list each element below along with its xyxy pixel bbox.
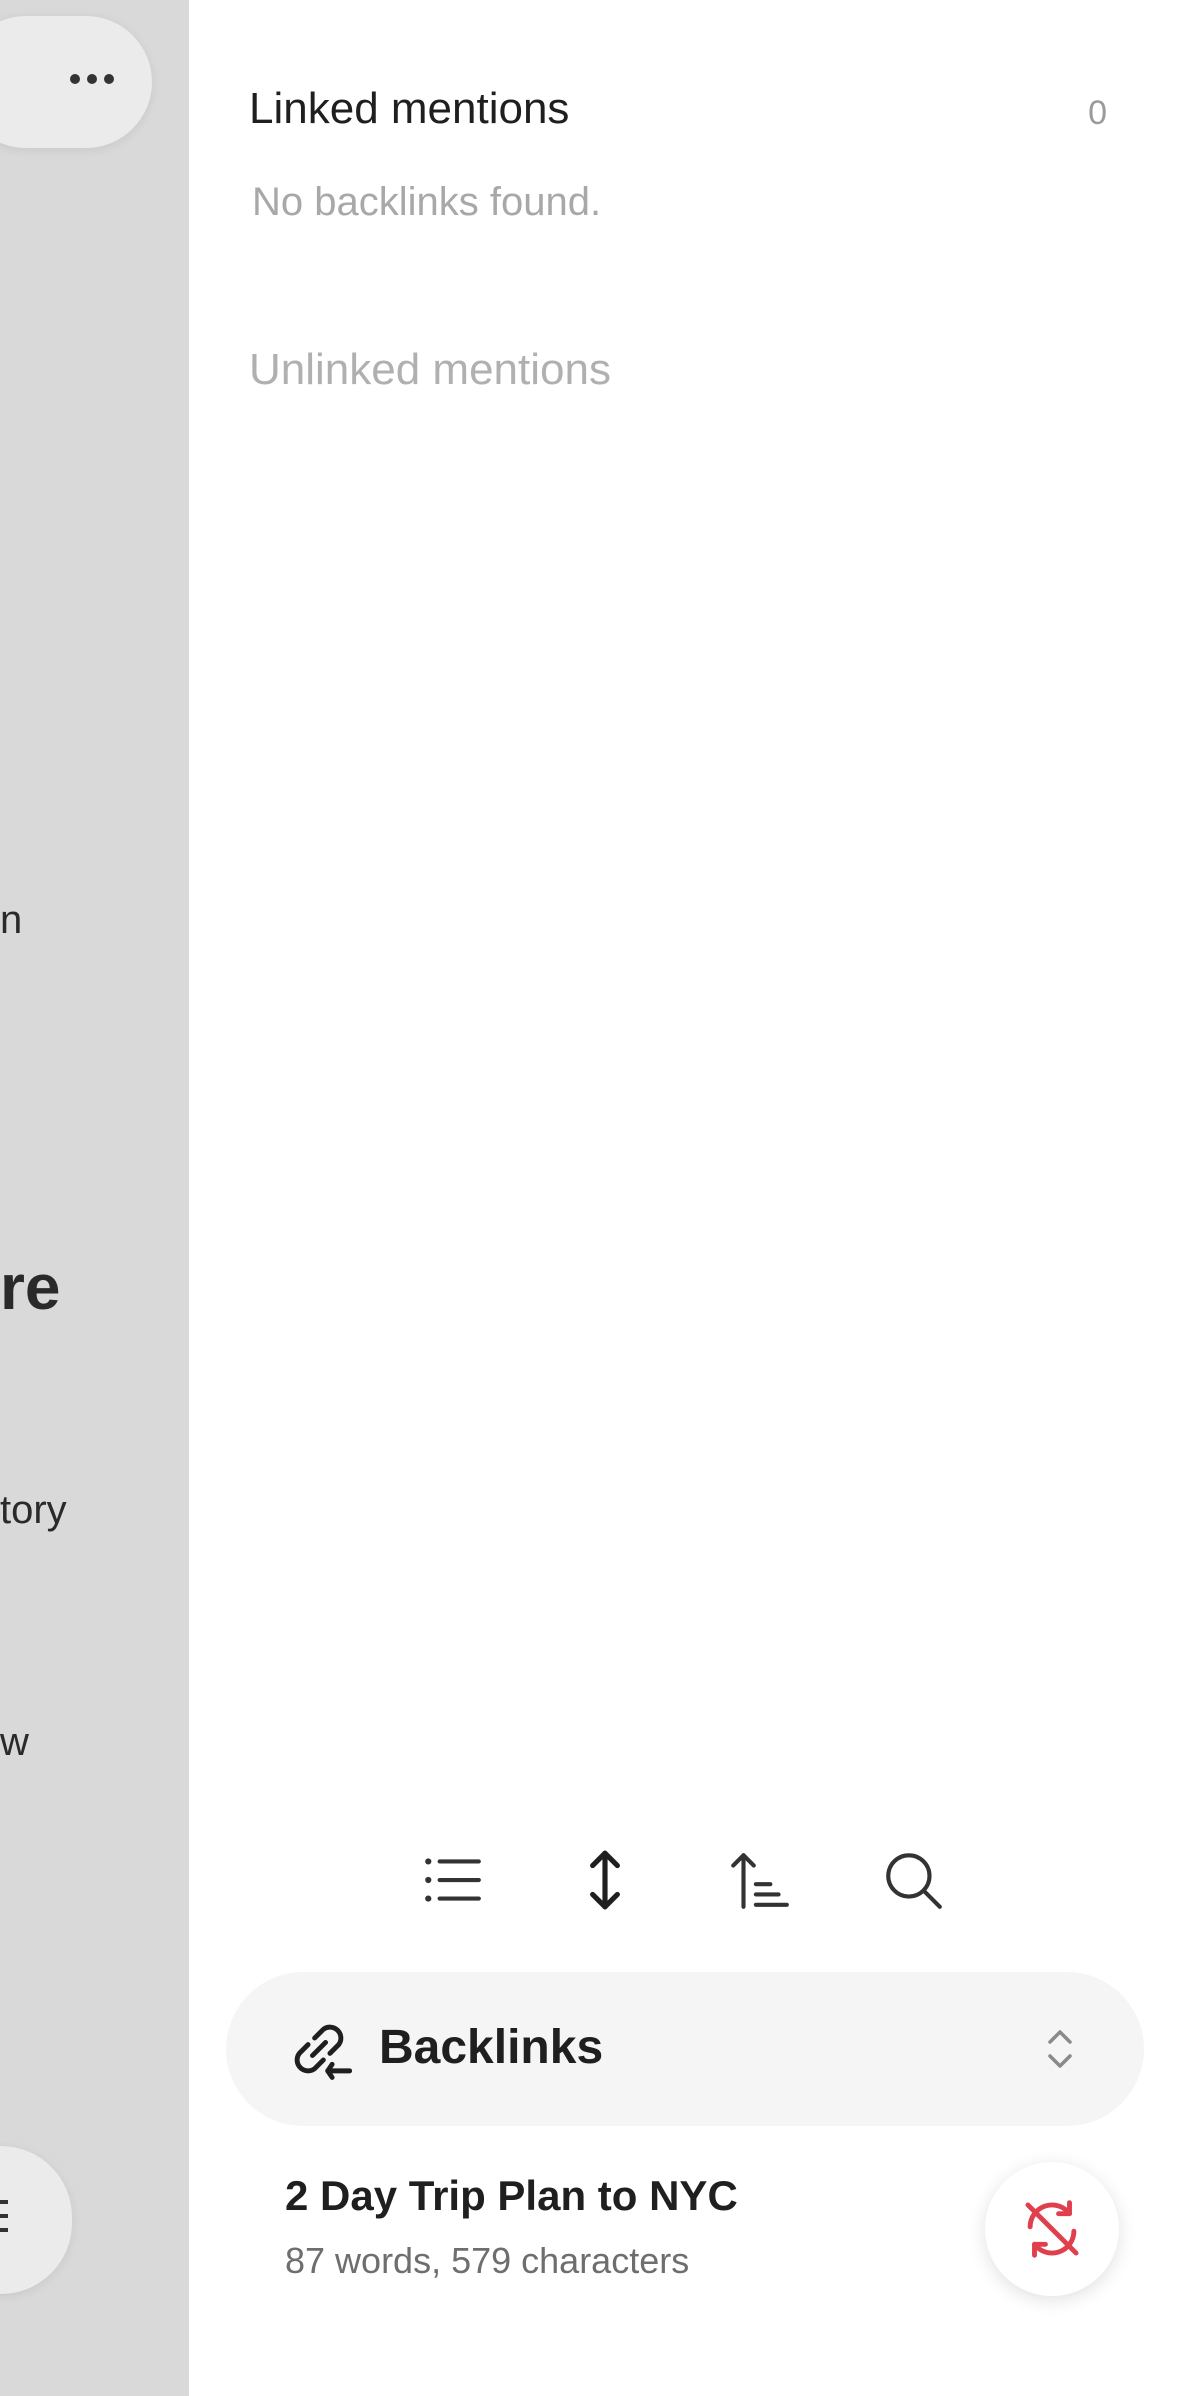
backlinks-mode-selector[interactable]: Backlinks <box>226 1972 1144 2126</box>
background-text-fragment: w <box>0 1720 29 1764</box>
sort-button[interactable] <box>722 1835 798 1925</box>
unlinked-mentions-title[interactable]: Unlinked mentions <box>249 345 611 395</box>
search-button[interactable] <box>875 1835 951 1925</box>
app-root: n re tory w Linked mentions 0 No backlin… <box>0 0 1179 2396</box>
note-title: 2 Day Trip Plan to NYC <box>285 2172 738 2219</box>
backlinks-panel: Linked mentions 0 No backlinks found. Un… <box>189 0 1179 2396</box>
more-options-button[interactable] <box>0 16 152 148</box>
list-button[interactable] <box>414 1835 490 1925</box>
more-dots-icon <box>70 74 114 84</box>
empty-backlinks-message: No backlinks found. <box>252 180 602 224</box>
backlink-icon <box>294 2024 353 2080</box>
background-heading-fragment: re <box>0 1251 61 1323</box>
backlinks-mode-label: Backlinks <box>379 2021 604 2074</box>
sync-off-icon <box>1025 2200 1079 2258</box>
panel-toolbar <box>189 1835 1179 1925</box>
note-word-count: 87 words, 579 characters <box>285 2240 690 2281</box>
background-page-overlay[interactable]: n re tory w <box>0 0 189 2396</box>
chevron-up-down-icon <box>1048 2030 1072 2068</box>
list-icon <box>425 1858 481 1902</box>
menu-lines-icon <box>0 2200 8 2232</box>
linked-mentions-title[interactable]: Linked mentions <box>249 84 569 134</box>
background-text-fragment: n <box>0 898 23 942</box>
background-menu-button[interactable] <box>0 2146 72 2294</box>
search-icon <box>886 1853 942 1909</box>
background-text-fragment: tory <box>0 1488 67 1532</box>
sort-icon <box>731 1853 789 1909</box>
expand-button[interactable] <box>567 1835 643 1925</box>
expand-vertical-icon <box>590 1850 620 1910</box>
linked-mentions-count: 0 <box>1088 94 1107 132</box>
sync-status-button[interactable] <box>985 2162 1119 2296</box>
